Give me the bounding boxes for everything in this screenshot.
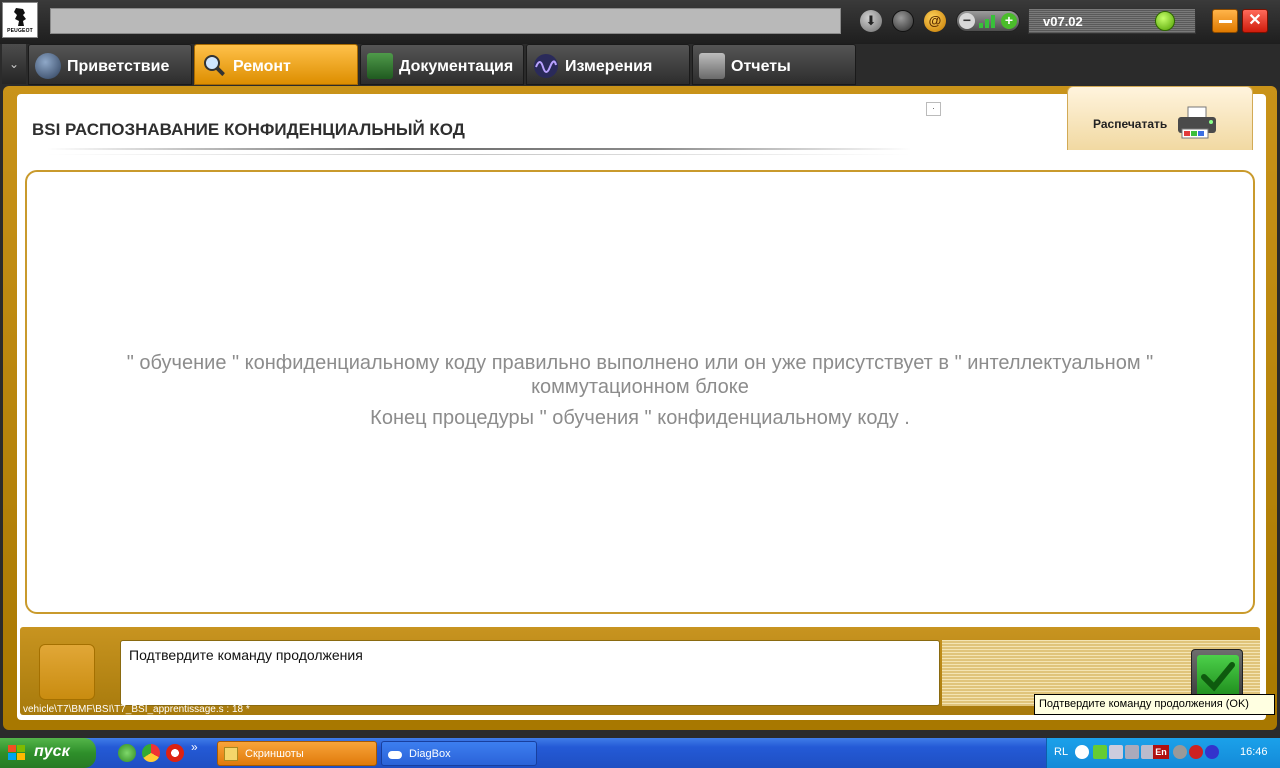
printer-icon bbox=[1178, 106, 1216, 139]
chevron-down-icon[interactable]: ⌄ bbox=[2, 44, 26, 84]
ok-tooltip: Подтвердите команду продолжения (OK) bbox=[1034, 694, 1275, 715]
magnifier-icon bbox=[204, 55, 227, 78]
antivirus-icon[interactable] bbox=[1189, 745, 1203, 759]
page-title: BSI РАСПОЗНАВАНИЕ КОНФИДЕНЦИАЛЬНЫЙ КОД bbox=[32, 120, 465, 139]
task-label: DiagBox bbox=[409, 748, 451, 760]
message-box: " обучение " конфиденциальному коду прав… bbox=[25, 170, 1255, 614]
download-icon[interactable]: ⬇ bbox=[860, 10, 882, 32]
prompt-text: Подтвердите команду продолжения bbox=[120, 640, 940, 706]
user-icon[interactable] bbox=[892, 10, 914, 32]
diagbox-icon bbox=[388, 751, 402, 759]
tab-bar: ⌄ Приветствие Ремонт Документация Измере… bbox=[0, 44, 1280, 86]
small-toggle-box[interactable]: · bbox=[926, 102, 941, 116]
checkmark-icon bbox=[1197, 655, 1239, 697]
print-button[interactable]: Распечатать bbox=[1067, 86, 1253, 150]
quicklaunch-more-icon[interactable]: » bbox=[191, 740, 198, 754]
globe-icon bbox=[35, 53, 61, 79]
minimize-button[interactable] bbox=[1212, 9, 1238, 33]
message-line-3: Конец процедуры " обучения " конфиденциа… bbox=[370, 407, 910, 429]
version-text: v07.02 bbox=[1043, 14, 1083, 29]
folder-icon bbox=[224, 747, 238, 761]
close-button[interactable]: ✕ bbox=[1242, 9, 1268, 33]
status-led-icon bbox=[1155, 11, 1175, 31]
logo-text: PEUGEOT bbox=[7, 28, 33, 34]
opera-icon[interactable] bbox=[166, 744, 184, 762]
main-frame: BSI РАСПОЗНАВАНИЕ КОНФИДЕНЦИАЛЬНЫЙ КОД ·… bbox=[3, 86, 1277, 730]
bluetooth-icon[interactable] bbox=[1205, 745, 1219, 759]
tab-repair[interactable]: Ремонт bbox=[194, 44, 358, 85]
tab-welcome[interactable]: Приветствие bbox=[28, 44, 192, 85]
tab-label: Измерения bbox=[565, 58, 653, 75]
status-square bbox=[39, 644, 95, 700]
speaker-icon[interactable] bbox=[1173, 745, 1187, 759]
tab-documentation[interactable]: Документация bbox=[360, 44, 524, 85]
diagbox-window: PEUGEOT ⬇ @ − + v07.02 ✕ ⌄ Приветствие Р… bbox=[0, 0, 1280, 768]
title-field bbox=[50, 8, 841, 34]
taskbar: пуск » Скриншоты DiagBox RL En 16:46 bbox=[0, 738, 1280, 768]
print-label: Распечатать bbox=[1093, 117, 1168, 131]
tab-measurements[interactable]: Измерения bbox=[526, 44, 690, 85]
start-button[interactable]: пуск bbox=[0, 738, 96, 768]
task-screenshots[interactable]: Скриншоты bbox=[217, 741, 377, 766]
windows-flag-icon bbox=[8, 745, 25, 760]
task-diagbox[interactable]: DiagBox bbox=[381, 741, 537, 766]
signal-minus-icon[interactable]: − bbox=[959, 13, 975, 29]
tab-label: Отчеты bbox=[731, 58, 791, 75]
start-label: пуск bbox=[34, 743, 70, 760]
tray-expand-icon[interactable] bbox=[1075, 745, 1089, 759]
utorrent-icon[interactable] bbox=[118, 744, 136, 762]
signal-plus-icon[interactable]: + bbox=[1001, 13, 1017, 29]
version-box: v07.02 bbox=[1028, 8, 1196, 34]
system-tray: RL En 16:46 bbox=[1046, 738, 1280, 768]
top-bar: PEUGEOT ⬇ @ − + v07.02 ✕ bbox=[0, 0, 1280, 44]
book-icon bbox=[367, 53, 393, 79]
tab-label: Документация bbox=[399, 58, 514, 75]
report-icon bbox=[699, 53, 725, 79]
shield-icon[interactable] bbox=[1093, 745, 1107, 759]
clock[interactable]: 16:46 bbox=[1240, 746, 1268, 758]
title-divider-secondary bbox=[47, 154, 911, 155]
at-icon[interactable]: @ bbox=[924, 10, 946, 32]
chrome-icon[interactable] bbox=[142, 744, 160, 762]
tab-reports[interactable]: Отчеты bbox=[692, 44, 856, 85]
language-indicator[interactable]: RL bbox=[1054, 746, 1068, 758]
message-line-2: коммутационном блоке bbox=[531, 376, 749, 398]
lion-icon bbox=[14, 8, 26, 26]
peugeot-logo: PEUGEOT bbox=[2, 2, 38, 38]
signal-bars bbox=[979, 15, 999, 28]
tab-label: Приветствие bbox=[67, 58, 170, 75]
network-2-icon[interactable] bbox=[1125, 745, 1139, 759]
script-path: vehicle\T7\BMF\BSI\T7_BSI_apprentissage.… bbox=[23, 704, 250, 715]
keyboard-language-icon[interactable]: En bbox=[1153, 745, 1169, 759]
message-line-1: " обучение " конфиденциальному коду прав… bbox=[126, 352, 1154, 374]
network-icon[interactable] bbox=[1109, 745, 1123, 759]
task-label: Скриншоты bbox=[245, 748, 304, 760]
tab-label: Ремонт bbox=[233, 58, 291, 75]
waveform-icon bbox=[534, 54, 558, 78]
title-divider bbox=[47, 148, 911, 150]
signal-icon[interactable]: − + bbox=[956, 10, 1020, 32]
main-panel: BSI РАСПОЗНАВАНИЕ КОНФИДЕНЦИАЛЬНЫЙ КОД ·… bbox=[17, 86, 1266, 720]
